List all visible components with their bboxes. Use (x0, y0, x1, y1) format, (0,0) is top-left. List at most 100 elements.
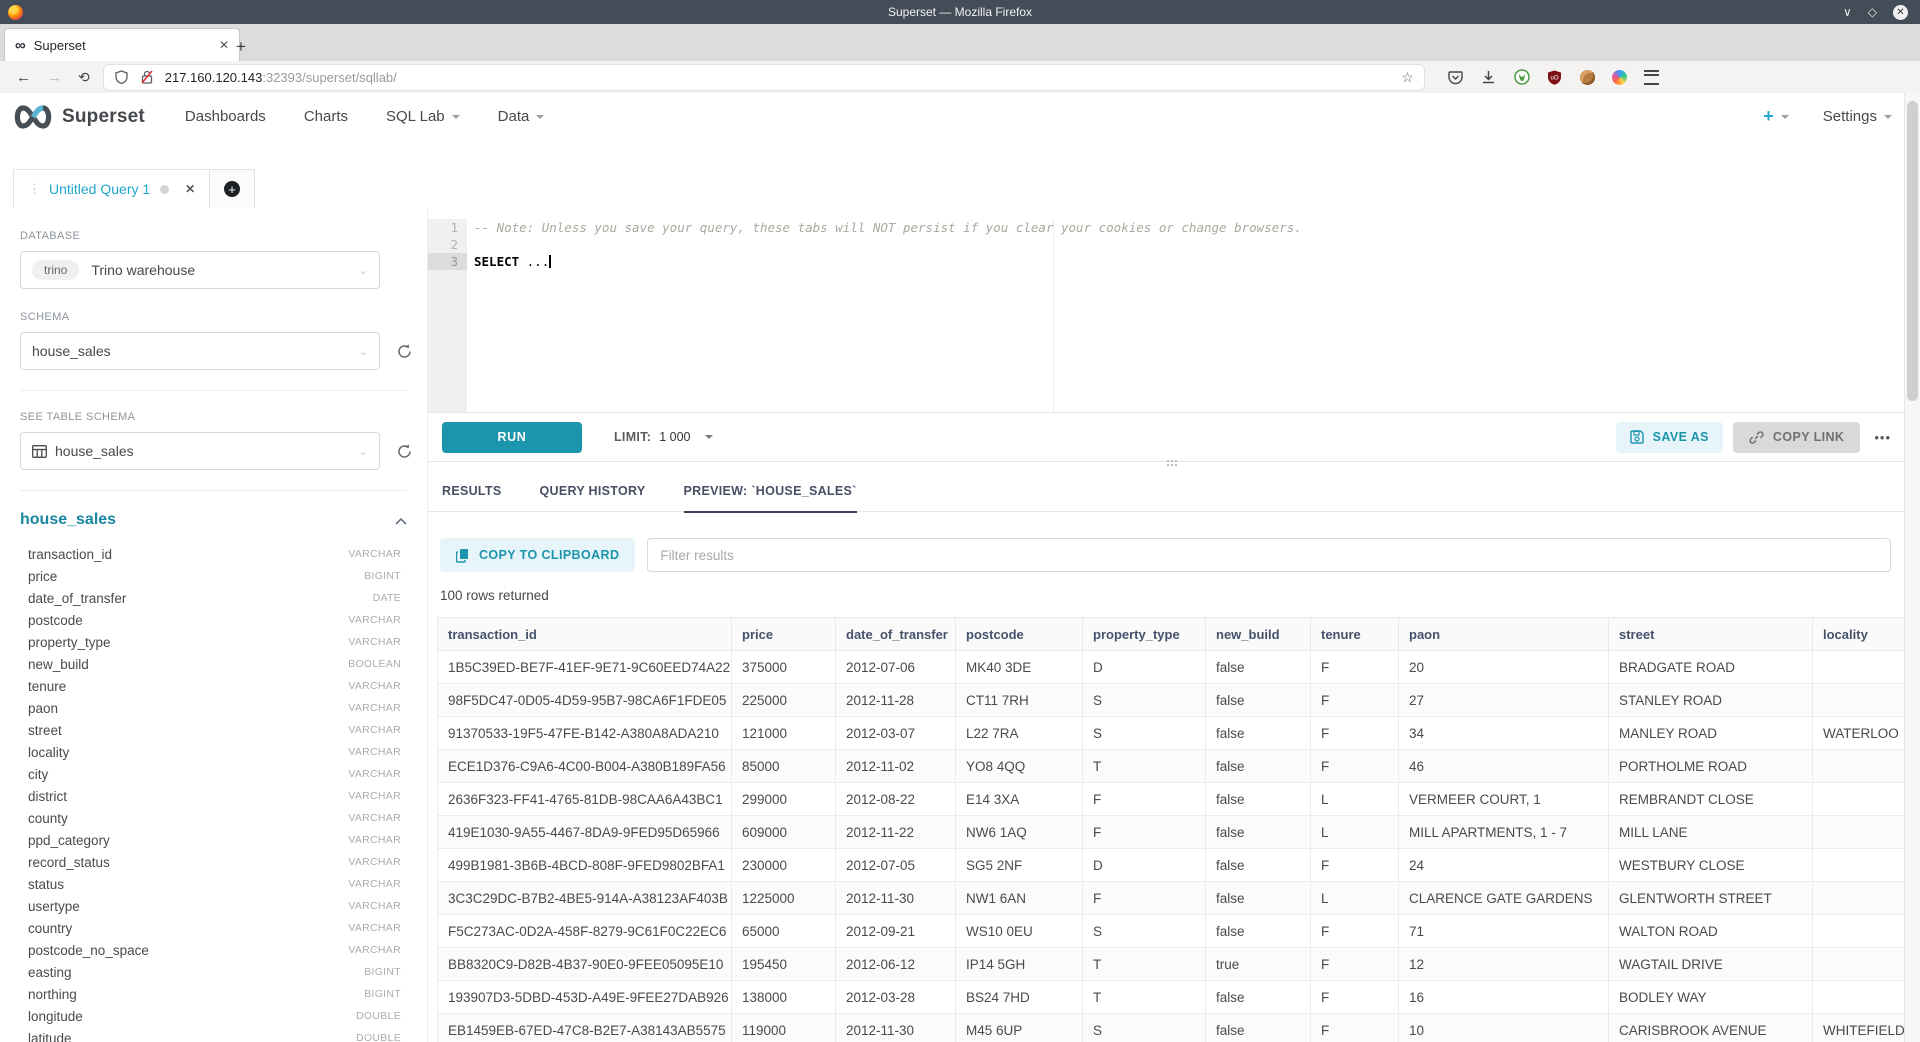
pane-resize-handle[interactable] (1167, 460, 1169, 462)
cell-date-of-transfer: 2012-07-06 (836, 651, 956, 684)
column-type: DATE (373, 592, 407, 604)
copy-to-clipboard-button[interactable]: COPY TO CLIPBOARD (440, 538, 635, 572)
column-header[interactable]: tenure (1311, 618, 1399, 651)
cell-street: MANLEY ROAD (1609, 717, 1813, 750)
column-header[interactable]: price (732, 618, 836, 651)
insecure-lock-icon[interactable] (139, 69, 155, 85)
shield-icon[interactable] (114, 69, 130, 85)
save-as-button[interactable]: SAVE AS (1616, 422, 1723, 453)
cell-transaction-id: EB1459EB-67ED-47C8-B2E7-A38143AB5575 (438, 1014, 732, 1042)
back-icon[interactable]: ← (16, 69, 31, 86)
url-path: :32393/superset/sqllab/ (262, 70, 396, 85)
collapse-icon[interactable] (395, 517, 407, 525)
table-schema-label: SEE TABLE SCHEMA (20, 411, 407, 423)
cell-date-of-transfer: 2012-03-07 (836, 717, 956, 750)
cell-tenure: L (1311, 816, 1399, 849)
tab-results[interactable]: RESULTS (442, 484, 502, 513)
column-header[interactable]: locality (1813, 618, 1905, 651)
browser-tab-close-icon[interactable]: ✕ (219, 38, 229, 52)
editor-comment-line: -- Note: Unless you save your query, the… (467, 219, 1905, 236)
privacy-extension-icon[interactable] (1514, 69, 1530, 85)
table-column-row: date_of_transfer DATE (20, 587, 407, 609)
add-new-button[interactable]: + (1763, 106, 1789, 127)
forward-icon[interactable]: → (47, 69, 62, 86)
settings-menu[interactable]: Settings (1823, 108, 1892, 125)
rows-returned-text: 100 rows returned (440, 588, 1905, 603)
pocket-icon[interactable] (1448, 69, 1464, 85)
cell-date-of-transfer: 2012-03-28 (836, 981, 956, 1014)
bookmark-star-icon[interactable]: ☆ (1401, 69, 1414, 86)
browser-tab[interactable]: ∞ Superset ✕ (4, 28, 240, 61)
tab-preview-house-sales[interactable]: PREVIEW: `HOUSE_SALES` (684, 484, 857, 513)
drag-handle-icon[interactable]: ⋮ (28, 181, 40, 197)
limit-dropdown[interactable]: LIMIT: 1 000 (614, 430, 713, 444)
cell-new-build: false (1206, 750, 1311, 783)
sql-editor[interactable]: 1 2 3 -- Note: Unless you save your quer… (428, 219, 1905, 412)
containers-extension-icon[interactable] (1612, 70, 1627, 85)
column-header[interactable]: new_build (1206, 618, 1311, 651)
database-select[interactable]: trino Trino warehouse ⌄ (20, 251, 380, 289)
query-tab[interactable]: ⋮ Untitled Query 1 ✕ (13, 169, 210, 209)
tab-query-history[interactable]: QUERY HISTORY (540, 484, 646, 513)
cell-paon: 27 (1399, 684, 1609, 717)
cell-new-build: false (1206, 882, 1311, 915)
cell-street: MILL LANE (1609, 816, 1813, 849)
column-header[interactable]: date_of_transfer (836, 618, 956, 651)
run-button[interactable]: RUN (442, 422, 582, 453)
cell-new-build: false (1206, 849, 1311, 882)
column-type: VARCHAR (348, 878, 407, 890)
column-name: ppd_category (28, 833, 110, 848)
nav-charts[interactable]: Charts (304, 108, 348, 125)
cell-date-of-transfer: 2012-11-30 (836, 882, 956, 915)
filter-results-input[interactable] (647, 538, 1891, 572)
column-type: VARCHAR (348, 680, 407, 692)
url-bar[interactable]: 217.160.120.143:32393/superset/sqllab/ ☆ (104, 65, 1424, 90)
table-select[interactable]: house_sales ⌄ (20, 432, 380, 470)
window-maximize-icon[interactable]: ◇ (1868, 6, 1877, 18)
cookie-extension-icon[interactable] (1580, 70, 1595, 85)
nav-data[interactable]: Data (498, 108, 545, 125)
window-close-icon[interactable]: ✕ (1893, 5, 1908, 20)
more-options-button[interactable]: ••• (1874, 430, 1891, 445)
divider (20, 490, 407, 491)
table-column-row: paon VARCHAR (20, 697, 407, 719)
table-row: 91370533-19F5-47FE-B142-A380A8ADA210 121… (438, 717, 1905, 750)
superset-brand[interactable]: Superset (12, 104, 145, 130)
column-header[interactable]: transaction_id (438, 618, 732, 651)
column-type: VARCHAR (348, 548, 407, 560)
ublock-icon[interactable]: uO (1547, 69, 1563, 85)
column-header[interactable]: street (1609, 618, 1813, 651)
cell-date-of-transfer: 2012-11-22 (836, 816, 956, 849)
schema-select[interactable]: house_sales ⌄ (20, 332, 380, 370)
cell-paon: 20 (1399, 651, 1609, 684)
refresh-tables-icon[interactable] (396, 443, 413, 460)
table-column-row: easting BIGINT (20, 961, 407, 983)
superset-navbar: Superset Dashboards Charts SQL Lab Data … (0, 93, 1920, 141)
cell-tenure: F (1311, 849, 1399, 882)
copy-link-button[interactable]: COPY LINK (1733, 422, 1860, 453)
column-name: northing (28, 987, 77, 1002)
new-tab-button[interactable]: + (236, 38, 246, 55)
cell-street: REMBRANDT CLOSE (1609, 783, 1813, 816)
table-column-row: tenure VARCHAR (20, 675, 407, 697)
new-query-tab-button[interactable]: + (209, 169, 255, 209)
reload-icon[interactable]: ⟲ (78, 69, 90, 86)
menu-icon[interactable] (1644, 70, 1659, 85)
nav-sql-lab[interactable]: SQL Lab (386, 108, 460, 125)
column-header[interactable]: property_type (1083, 618, 1206, 651)
cell-property-type: S (1083, 915, 1206, 948)
cell-street: GLENTWORTH STREET (1609, 882, 1813, 915)
column-header[interactable]: paon (1399, 618, 1609, 651)
firefox-icon (8, 5, 23, 20)
cell-new-build: false (1206, 783, 1311, 816)
query-tab-close-icon[interactable]: ✕ (185, 182, 195, 196)
nav-dashboards[interactable]: Dashboards (185, 108, 266, 125)
page-scrollbar[interactable] (1904, 93, 1920, 1042)
refresh-schemas-icon[interactable] (396, 343, 413, 360)
scrollbar-thumb[interactable] (1907, 101, 1918, 401)
downloads-icon[interactable] (1481, 69, 1497, 85)
window-minimize-icon[interactable]: ∨ (1843, 6, 1852, 18)
column-header[interactable]: postcode (956, 618, 1083, 651)
column-type: VARCHAR (348, 900, 407, 912)
table-column-row: new_build BOOLEAN (20, 653, 407, 675)
